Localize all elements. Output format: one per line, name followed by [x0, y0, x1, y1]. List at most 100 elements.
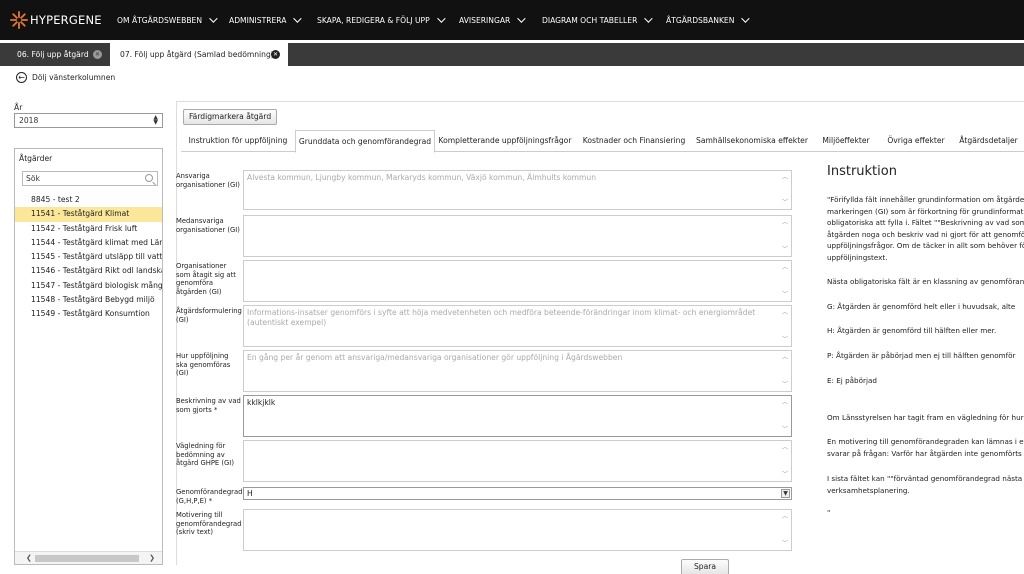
chevron-down-icon	[517, 14, 526, 23]
instruction-bullet: G: Åtgärden är genomförd helt eller i hu…	[827, 302, 1016, 311]
chevron-down-icon	[209, 14, 218, 23]
spinner-icon: ▲ ▼	[153, 114, 158, 126]
close-icon[interactable]: ✕	[93, 50, 102, 59]
field-label: Åtgärdsformulering (GI)	[176, 307, 242, 324]
nav-atgardsbanken[interactable]: ÅTGÄRDSBANKEN	[666, 0, 751, 40]
tab-kompletterande[interactable]: Kompletterande uppföljningsfrågor	[437, 130, 573, 152]
instruction-bullet: H: Åtgärden är genomförd till hälften el…	[827, 326, 997, 335]
search-input[interactable]: Sök	[22, 171, 158, 186]
arrow-left-circle-icon: ←	[16, 72, 27, 83]
scroll-down-icon[interactable]: ﹀	[781, 198, 789, 208]
scroll-down-icon[interactable]: ﹀	[781, 470, 789, 480]
nav-skapa-redigera[interactable]: SKAPA, REDIGERA & FÖLJ UPP	[317, 0, 446, 40]
close-icon[interactable]: ✕	[271, 50, 280, 59]
tab-grunddata[interactable]: Grunddata och genomförandegrad	[295, 130, 435, 153]
list-item[interactable]: 11546 - Teståtgärd Rikt odl landskap	[15, 264, 162, 278]
field-label: Medansvariga organisationer (GI)	[176, 217, 240, 234]
ansvariga-organisationer-field[interactable]: Alvesta kommun, Ljungby kommun, Markaryd…	[243, 170, 792, 210]
nav-om-atgardswebben[interactable]: OM ÅTGÄRDSWEBBEN	[117, 0, 218, 40]
scroll-left-icon[interactable]: ❮	[26, 554, 32, 562]
tab-miljoeffekter[interactable]: Miljöeffekter	[811, 130, 881, 152]
scroll-down-icon[interactable]: ﹀	[781, 290, 789, 300]
nav-administrera[interactable]: ADMINISTRERA	[229, 0, 303, 40]
list-item[interactable]: 11542 - Teståtgärd Frisk luft	[15, 222, 162, 236]
tab-kostnader[interactable]: Kostnader och Finansiering	[575, 130, 693, 152]
hide-left-column-button[interactable]: ← Dölj vänsterkolumnen	[16, 72, 115, 83]
chevron-down-icon	[741, 14, 751, 23]
field-label: Beskrivning av vad som gjorts *	[176, 397, 241, 414]
scroll-right-icon[interactable]: ❯	[149, 554, 155, 562]
instruction-bullet: E: Ej påbörjad	[827, 376, 877, 385]
instruction-bullet: P: Åtgärden är påbörjad men ej till hälf…	[827, 351, 1016, 360]
scrollbar-thumb[interactable]	[35, 555, 139, 562]
list-item[interactable]: 11549 - Teståtgärd Konsumtion	[15, 307, 162, 321]
medansvariga-organisationer-field[interactable]: ︿ ﹀	[243, 215, 792, 257]
tab-folj-upp-samlad-bedomning[interactable]: 07. Följ upp åtgärd (Samlad bedömning) ✕	[110, 43, 288, 66]
scroll-down-icon[interactable]: ﹀	[781, 425, 789, 435]
section-tabs: Instruktion för uppföljning Grunddata oc…	[181, 130, 1024, 153]
tab-ovriga-effekter[interactable]: Övriga effekter	[881, 130, 951, 152]
chevron-down-icon	[293, 14, 303, 23]
field-label: Ansvariga organisationer (GI)	[176, 172, 240, 189]
actions-panel: Åtgärder Sök 8845 - test 2 11541 - Testå…	[14, 148, 163, 565]
scroll-up-icon[interactable]: ︿	[781, 512, 789, 522]
scroll-down-icon[interactable]: ﹀	[781, 380, 789, 390]
genomforandegrad-select[interactable]: H ▼	[243, 487, 792, 500]
instruction-paragraph: Nästa obligatoriska fält är en klassning…	[827, 277, 1024, 286]
mark-complete-button[interactable]: Färdigmarkera åtgärd	[183, 109, 278, 125]
brand-name: HYPERGENE	[30, 13, 102, 27]
scroll-down-icon[interactable]: ﹀	[781, 335, 789, 345]
atgardsformulering-field[interactable]: Informations-insatser genomförs i syfte …	[243, 305, 792, 347]
instruction-paragraph: "	[827, 508, 831, 517]
tab-atgardsdetaljer[interactable]: Åtgärdsdetaljer	[953, 130, 1024, 152]
field-label: Motivering till genomförandegrad (skriv …	[176, 511, 242, 536]
top-navigation: HYPERGENE OM ÅTGÄRDSWEBBEN ADMINISTRERA …	[0, 0, 1024, 40]
chevron-down-icon	[436, 14, 446, 23]
instruction-title: Instruktion	[827, 164, 897, 179]
tab-instruktion[interactable]: Instruktion för uppföljning	[181, 130, 295, 152]
field-label: Organisationer som åtagit sig att genomf…	[176, 262, 236, 296]
tab-samhallsekonomiska[interactable]: Samhällsekonomiska effekter	[695, 130, 809, 152]
scroll-up-icon[interactable]: ︿	[781, 263, 789, 273]
vagledning-field[interactable]: ︿ ﹀	[243, 440, 792, 482]
year-label: År	[14, 103, 23, 112]
year-select[interactable]: 2018 ▲ ▼	[14, 113, 163, 128]
scroll-up-icon[interactable]: ︿	[781, 173, 789, 183]
scroll-up-icon[interactable]: ︿	[781, 308, 789, 318]
save-button[interactable]: Spara	[681, 559, 729, 574]
instruction-paragraph: I sista fältet kan ""förväntad genomföra…	[827, 474, 1024, 495]
instruction-paragraph: "Förifyllda fält innehåller grundinforma…	[827, 195, 1024, 262]
beskrivning-field[interactable]: kklkjklk ︿ ﹀	[243, 395, 792, 437]
list-item[interactable]: 11547 - Teståtgärd biologisk mångfald	[15, 279, 162, 293]
search-icon[interactable]	[145, 174, 153, 182]
list-item-selected[interactable]: 11541 - Teståtgärd Klimat	[15, 207, 162, 222]
list-item[interactable]: 11548 - Teståtgärd Bebygd miljö	[15, 293, 162, 307]
field-label: Hur uppföljning ska genomföras (GI)	[176, 352, 231, 377]
scroll-up-icon[interactable]: ︿	[781, 398, 789, 408]
nav-aviseringar[interactable]: AVISERINGAR	[459, 0, 526, 40]
genomforande-organisationer-field[interactable]: ︿ ﹀	[243, 260, 792, 302]
list-item[interactable]: 11545 - Teståtgärd utsläpp till vatten	[15, 250, 162, 264]
list-item[interactable]: 8845 - test 2	[15, 193, 162, 207]
field-label: Vägledning för bedömning av åtgärd GHPE …	[176, 442, 234, 467]
scroll-up-icon[interactable]: ︿	[781, 443, 789, 453]
instruction-paragraph: En motivering till genomförandegraden ka…	[827, 437, 1024, 458]
list-item[interactable]: 11544 - Teståtgärd klimat med Länsst	[15, 236, 162, 250]
chevron-down-icon	[644, 14, 654, 23]
field-label: Genomförandegrad (G,H,P,E) *	[176, 488, 243, 505]
tab-folj-upp-atgard[interactable]: 06. Följ upp åtgärd ✕	[0, 43, 110, 66]
horizontal-scrollbar[interactable]: ❮ ❯	[15, 551, 162, 564]
actions-title: Åtgärder	[19, 154, 53, 163]
scroll-down-icon[interactable]: ﹀	[781, 245, 789, 255]
uppfoljning-field[interactable]: En gång per år genom att ansvariga/medan…	[243, 350, 792, 392]
hypergene-logo[interactable]: HYPERGENE	[10, 11, 116, 29]
instruction-paragraph: Om Länsstyrelsen har tagit fram en vägle…	[827, 413, 1024, 422]
chevron-down-icon[interactable]: ▼	[781, 489, 790, 498]
nav-diagram-och-tabeller[interactable]: DIAGRAM OCH TABELLER	[542, 0, 654, 40]
motivering-field[interactable]: ︿ ﹀	[243, 509, 792, 551]
scroll-up-icon[interactable]: ︿	[781, 353, 789, 363]
starburst-logo-icon	[10, 11, 28, 29]
scroll-down-icon[interactable]: ﹀	[781, 539, 789, 549]
scroll-up-icon[interactable]: ︿	[781, 218, 789, 228]
window-tab-bar: 06. Följ upp åtgärd ✕ 07. Följ upp åtgär…	[0, 43, 1024, 66]
